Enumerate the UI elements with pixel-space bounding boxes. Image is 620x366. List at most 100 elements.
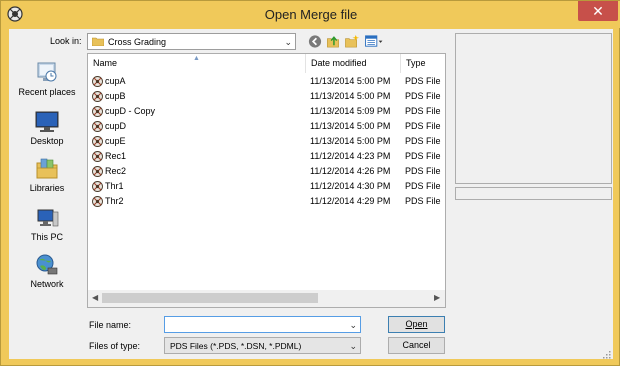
file-row[interactable]: Rec2 11/12/2014 4:26 PM PDS File bbox=[88, 164, 445, 179]
file-date-cell: 11/13/2014 5:00 PM bbox=[310, 136, 391, 146]
chevron-down-icon[interactable]: ⌄ bbox=[349, 320, 357, 331]
view-menu-icon[interactable] bbox=[364, 34, 384, 49]
this-pc-icon bbox=[37, 209, 59, 227]
file-name-text: cupA bbox=[105, 76, 126, 86]
place-label: This PC bbox=[30, 232, 63, 242]
chevron-down-icon: ⌄ bbox=[349, 341, 357, 351]
scrollbar-thumb[interactable] bbox=[102, 293, 318, 303]
place-network[interactable]: Network bbox=[9, 253, 85, 297]
pds-file-icon bbox=[92, 151, 103, 162]
file-row[interactable]: Thr1 11/12/2014 4:30 PM PDS File bbox=[88, 179, 445, 194]
file-list[interactable]: Name ▲ Date modified Type cupA 11/13/2014… bbox=[87, 53, 446, 308]
file-name-field[interactable]: ⌄ bbox=[164, 316, 361, 333]
recent-places-icon bbox=[37, 62, 57, 82]
file-type-cell: PDS File bbox=[405, 196, 441, 206]
file-row[interactable]: cupB 11/13/2014 5:00 PM PDS File bbox=[88, 89, 445, 104]
file-type-cell: PDS File bbox=[405, 106, 441, 116]
dialog-client-area: Look in: Cross Grading ⌄ Recent places D… bbox=[9, 29, 613, 359]
desktop-icon bbox=[35, 111, 59, 132]
column-header-date[interactable]: Date modified bbox=[306, 54, 401, 73]
file-row[interactable]: cupD - Copy 11/13/2014 5:09 PM PDS File bbox=[88, 104, 445, 119]
place-this-pc[interactable]: This PC bbox=[9, 206, 85, 250]
file-date-cell: 11/12/2014 4:30 PM bbox=[310, 181, 391, 191]
libraries-icon bbox=[36, 158, 58, 179]
files-of-type-value: PDS Files (*.PDS, *.DSN, *.PDML) bbox=[170, 341, 302, 351]
up-one-level-icon[interactable] bbox=[325, 34, 341, 49]
sort-ascending-icon: ▲ bbox=[193, 55, 200, 62]
preview-info-pane bbox=[455, 187, 612, 200]
file-name-text: cupE bbox=[105, 136, 126, 146]
file-date-cell: 11/12/2014 4:26 PM bbox=[310, 166, 391, 176]
close-button[interactable]: ✕ bbox=[578, 1, 618, 21]
file-row[interactable]: cupE 11/13/2014 5:00 PM PDS File bbox=[88, 134, 445, 149]
column-header-label: Date modified bbox=[311, 58, 367, 68]
pds-file-icon bbox=[92, 76, 103, 87]
file-name-text: Thr1 bbox=[105, 181, 124, 191]
file-rows: cupA 11/13/2014 5:00 PM PDS File cupB 11/13/… bbox=[88, 74, 445, 209]
file-type-cell: PDS File bbox=[405, 76, 441, 86]
file-name-text: cupB bbox=[105, 91, 126, 101]
place-label: Recent places bbox=[18, 87, 76, 97]
place-desktop[interactable]: Desktop bbox=[9, 110, 85, 154]
place-label: Libraries bbox=[29, 183, 65, 193]
files-of-type-dropdown[interactable]: PDS Files (*.PDS, *.DSN, *.PDML) ⌄ bbox=[164, 337, 361, 354]
file-name-text: Rec2 bbox=[105, 166, 127, 176]
file-name-text: Rec1 bbox=[105, 151, 127, 161]
column-header-label: Name bbox=[93, 58, 118, 68]
file-row[interactable]: Rec1 11/12/2014 4:23 PM PDS File bbox=[88, 149, 445, 164]
file-name-text: Thr2 bbox=[105, 196, 124, 206]
open-button-label: Open bbox=[405, 319, 428, 329]
file-type-cell: PDS File bbox=[405, 91, 441, 101]
file-name-text: cupD bbox=[105, 121, 127, 131]
file-row[interactable]: cupD 11/13/2014 5:00 PM PDS File bbox=[88, 119, 445, 134]
file-name-label: File name: bbox=[89, 320, 132, 330]
column-header-label: Type bbox=[406, 58, 426, 68]
back-icon[interactable] bbox=[307, 34, 323, 49]
chevron-down-icon: ⌄ bbox=[284, 37, 292, 47]
file-row[interactable]: cupA 11/13/2014 5:00 PM PDS File bbox=[88, 74, 445, 89]
file-date-cell: 11/13/2014 5:00 PM bbox=[310, 76, 391, 86]
file-type-cell: PDS File bbox=[405, 181, 441, 191]
preview-pane bbox=[455, 33, 612, 184]
pds-file-icon bbox=[92, 121, 103, 132]
pds-file-icon bbox=[92, 181, 103, 192]
file-date-cell: 11/13/2014 5:09 PM bbox=[310, 106, 391, 116]
look-in-dropdown[interactable]: Cross Grading ⌄ bbox=[87, 33, 296, 50]
title-bar[interactable]: Open Merge file ✕ bbox=[1, 1, 620, 28]
look-in-value: Cross Grading bbox=[108, 37, 167, 47]
file-type-cell: PDS File bbox=[405, 121, 441, 131]
file-type-cell: PDS File bbox=[405, 151, 441, 161]
file-row[interactable]: Thr2 11/12/2014 4:29 PM PDS File bbox=[88, 194, 445, 209]
file-name-input[interactable] bbox=[167, 318, 343, 331]
column-header-name[interactable]: Name ▲ bbox=[88, 54, 306, 73]
place-label: Network bbox=[30, 279, 64, 289]
column-header-type[interactable]: Type bbox=[401, 54, 445, 73]
new-folder-icon[interactable] bbox=[344, 34, 360, 49]
open-button[interactable]: Open bbox=[388, 316, 445, 333]
cancel-button-label: Cancel bbox=[402, 340, 431, 350]
place-recent-places[interactable]: Recent places bbox=[9, 61, 85, 105]
pds-file-icon bbox=[92, 166, 103, 177]
file-type-cell: PDS File bbox=[405, 166, 441, 176]
scroll-right-icon[interactable]: ▶ bbox=[434, 293, 440, 302]
file-date-cell: 11/12/2014 4:23 PM bbox=[310, 151, 391, 161]
folder-icon bbox=[92, 37, 104, 46]
place-libraries[interactable]: Libraries bbox=[9, 157, 85, 201]
scroll-left-icon[interactable]: ◀ bbox=[92, 293, 98, 302]
file-date-cell: 11/13/2014 5:00 PM bbox=[310, 91, 391, 101]
horizontal-scrollbar[interactable]: ◀ ▶ bbox=[88, 290, 445, 307]
pds-file-icon bbox=[92, 91, 103, 102]
file-type-cell: PDS File bbox=[405, 136, 441, 146]
pds-file-icon bbox=[92, 136, 103, 147]
place-label: Desktop bbox=[30, 136, 64, 146]
file-name-text: cupD - Copy bbox=[105, 106, 156, 116]
file-date-cell: 11/13/2014 5:00 PM bbox=[310, 121, 391, 131]
cancel-button[interactable]: Cancel bbox=[388, 337, 445, 354]
resize-grip-icon[interactable] bbox=[601, 349, 611, 359]
network-icon bbox=[36, 254, 58, 275]
file-date-cell: 11/12/2014 4:29 PM bbox=[310, 196, 391, 206]
files-of-type-label: Files of type: bbox=[89, 341, 141, 351]
window-title: Open Merge file bbox=[264, 7, 358, 22]
pds-file-icon bbox=[92, 106, 103, 117]
places-bar: Recent places Desktop Libraries This PC … bbox=[9, 53, 85, 293]
